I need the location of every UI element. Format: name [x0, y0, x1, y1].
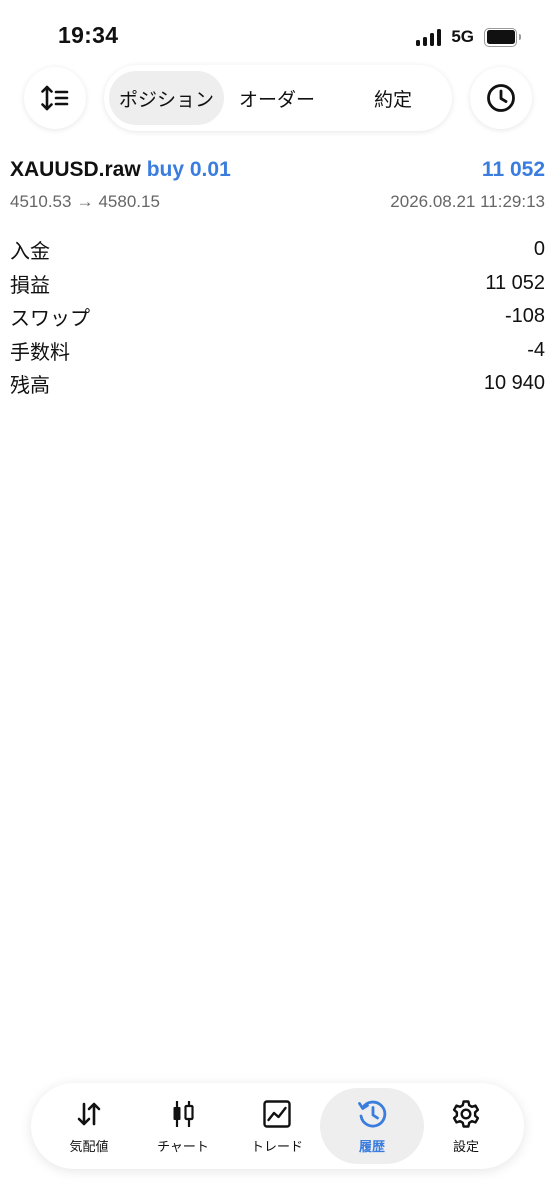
- summary-value: 0: [533, 238, 545, 261]
- tab-quotes[interactable]: 気配値: [37, 1088, 141, 1164]
- tab-deals[interactable]: 約定: [340, 71, 446, 125]
- position-row[interactable]: XAUUSD.raw buy 0.01 11 052: [10, 155, 545, 185]
- symbol-name: XAUUSD.raw: [10, 158, 141, 181]
- tab-label: トレード: [250, 1138, 303, 1154]
- arrow-right-icon: →: [76, 192, 94, 211]
- close-price: 4580.15: [98, 192, 160, 211]
- position-title: XAUUSD.raw buy 0.01: [10, 158, 231, 182]
- summary-value: -4: [527, 338, 545, 361]
- trade-chart-icon: [263, 1099, 291, 1128]
- tab-label: 設定: [452, 1138, 479, 1154]
- gear-icon: [452, 1099, 480, 1128]
- position-profit: 11 052: [481, 158, 545, 181]
- summary-row-deposit: 入金 0: [10, 233, 545, 267]
- quotes-arrows-icon: [77, 1102, 101, 1125]
- battery-icon: [484, 27, 521, 47]
- period-button[interactable]: [470, 67, 532, 129]
- summary-row-balance: 残高 10 940: [10, 367, 545, 401]
- summary-value: 10 940: [483, 372, 545, 395]
- sort-button[interactable]: [24, 67, 86, 129]
- sort-arrows-icon: [41, 85, 69, 111]
- tab-settings[interactable]: 設定: [414, 1088, 518, 1164]
- tab-label: チャート: [157, 1138, 209, 1154]
- price-range: 4510.53 → 4580.15: [10, 192, 160, 212]
- account-summary: 入金 0 損益 11 052 スワップ -108 手数料 -4 残高 10 94…: [10, 233, 545, 401]
- tab-orders[interactable]: オーダー: [224, 71, 330, 125]
- open-price: 4510.53: [10, 192, 72, 211]
- close-datetime: 2026.08.21 11:29:13: [390, 192, 545, 211]
- clock-icon: [487, 84, 515, 112]
- tab-label: 気配値: [69, 1138, 109, 1154]
- status-indicators: 5G: [415, 24, 521, 50]
- history-type-segmented-control: ポジション オーダー 約定: [104, 65, 452, 131]
- status-bar: 19:34 5G: [0, 0, 555, 70]
- summary-label: 入金: [10, 241, 50, 264]
- network-type: 5G: [451, 27, 474, 46]
- trade-side-volume: buy 0.01: [146, 158, 231, 181]
- status-time: 19:34: [58, 22, 119, 48]
- position-price-row: 4510.53 → 4580.15 2026.08.21 11:29:13: [10, 189, 545, 215]
- tab-trade[interactable]: トレード: [225, 1088, 329, 1164]
- summary-row-profit: 損益 11 052: [10, 267, 545, 301]
- summary-row-swap: スワップ -108: [10, 300, 545, 334]
- history-clock-icon: [358, 1100, 387, 1127]
- summary-label: 手数料: [10, 341, 70, 364]
- signal-strength-icon: [415, 28, 442, 46]
- tab-label: 履歴: [358, 1138, 385, 1154]
- summary-label: 損益: [10, 274, 50, 297]
- summary-row-commission: 手数料 -4: [10, 334, 545, 368]
- summary-value: 11 052: [485, 271, 545, 294]
- tab-history[interactable]: 履歴: [320, 1088, 424, 1164]
- bottom-tab-bar: 気配値 チャート トレード 履歴 設定: [31, 1083, 524, 1169]
- summary-label: 残高: [10, 375, 50, 398]
- summary-value: -108: [504, 305, 545, 328]
- tab-chart[interactable]: チャート: [131, 1088, 235, 1164]
- summary-label: スワップ: [10, 308, 90, 331]
- tab-positions[interactable]: ポジション: [109, 71, 224, 125]
- candlestick-chart-icon: [173, 1100, 194, 1127]
